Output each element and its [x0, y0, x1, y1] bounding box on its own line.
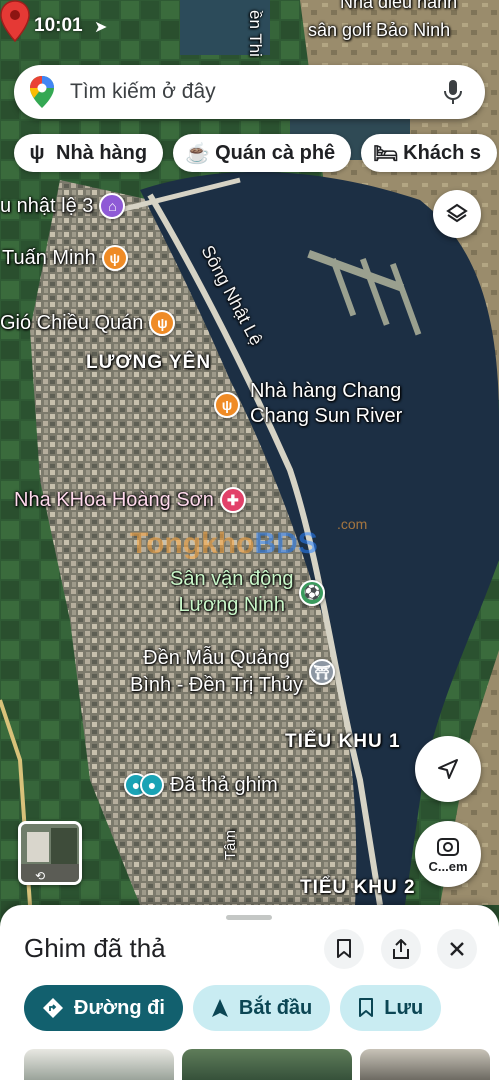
chip-cafes[interactable]: ☕ Quán cà phê — [173, 134, 352, 172]
poi-label-line2: Bình - Đền Trị Thủy — [130, 674, 304, 696]
directions-label: Đường đi — [74, 996, 165, 1019]
my-location-button[interactable] — [415, 736, 481, 802]
poi-label: Gió Chiều Quán — [0, 311, 144, 334]
sheet-drag-handle[interactable] — [226, 915, 272, 920]
photo-strip[interactable] — [24, 1049, 499, 1080]
start-button[interactable]: Bắt đầu — [192, 985, 331, 1031]
photo-thumb[interactable] — [182, 1049, 352, 1080]
landmark-icon: ⌂ — [99, 193, 126, 219]
save-label: Lưu — [384, 996, 424, 1019]
lens-button[interactable]: C...em — [415, 821, 481, 887]
lens-label: C...em — [428, 858, 468, 874]
save-button[interactable]: Lưu — [340, 985, 442, 1031]
close-button[interactable] — [437, 929, 477, 969]
hotel-icon: 🛏 — [373, 142, 399, 165]
restaurant-icon: ψ — [214, 392, 240, 418]
poi-nhat-le[interactable]: u nhật lệ 3 ⌂ — [0, 193, 126, 219]
status-time: 10:01 — [34, 15, 83, 36]
poi-label-line1: Đền Mẫu Quảng — [143, 647, 290, 669]
restaurant-icon: ψ — [149, 310, 176, 336]
restaurant-icon: ψ — [29, 141, 45, 164]
navigation-icon — [211, 999, 228, 1017]
poi-gio-chieu[interactable]: Gió Chiều Quán ψ — [0, 310, 176, 336]
map-label-road-top: ền Thi — [246, 10, 265, 57]
stadium-icon: ⚽ — [299, 579, 326, 606]
save-icon-button[interactable] — [324, 929, 364, 969]
share-button[interactable] — [381, 929, 421, 969]
layers-button[interactable] — [433, 190, 481, 238]
poi-label: Nha KHoa Hoàng Sơn — [14, 488, 214, 511]
poi-tuan-minh[interactable]: Tuấn Minh ψ — [2, 245, 128, 271]
watermark-text-1: Tongkho — [130, 527, 255, 560]
poi-label: u nhật lệ 3 — [0, 194, 94, 217]
chip-restaurants[interactable]: ψ Nhà hàng — [14, 134, 164, 172]
poi-nha-khoa[interactable]: Nha KHoa Hoàng Sơn ✚ — [14, 487, 246, 513]
camera-lens-icon — [437, 837, 459, 856]
category-chips: ψ Nhà hàng ☕ Quán cà phê 🛏 Khách s — [14, 134, 497, 172]
mic-icon[interactable] — [435, 74, 471, 110]
poi-label-line2: Chang Sun River — [250, 405, 403, 427]
hospital-icon: ✚ — [219, 487, 246, 513]
poi-da-tha-ghim[interactable]: ● ● Đã thả ghim — [124, 773, 278, 797]
directions-icon — [43, 998, 63, 1018]
search-bar[interactable]: Tìm kiếm ở đây — [14, 65, 485, 119]
navigation-arrow-icon — [438, 759, 458, 779]
dropped-pin-marker[interactable] — [0, 0, 30, 42]
street-view-thumbnail[interactable]: ⟲ — [18, 821, 82, 885]
chip-label: Nhà hàng — [56, 141, 148, 164]
map-label-tieu-khu-2: TIỂU KHU 2 — [300, 877, 416, 898]
chip-hotels[interactable]: 🛏 Khách s — [361, 134, 497, 172]
svg-text:⟲: ⟲ — [35, 869, 45, 882]
cafe-icon: ☕ — [185, 142, 211, 165]
map-label-luong-yen: LƯƠNG YÊN — [86, 352, 212, 373]
sheet-title: Ghim đã thả — [24, 933, 166, 963]
bottom-sheet[interactable]: Ghim đã thả Đường đi Bắt đầu Lưu — [0, 905, 499, 1080]
photo-thumb[interactable] — [360, 1049, 490, 1080]
poi-den-mau[interactable]: Đền Mẫu Quảng Bình - Đền Trị Thủy ⛩ — [130, 647, 336, 697]
layers-icon — [446, 203, 468, 223]
temple-icon: ⛩ — [309, 659, 336, 685]
sheet-actions: Đường đi Bắt đầu Lưu — [24, 985, 442, 1031]
dropped-pin-icon: ● — [140, 773, 164, 797]
directions-button[interactable]: Đường đi — [24, 985, 183, 1031]
bookmark-icon — [337, 939, 351, 958]
share-icon — [393, 939, 409, 959]
restaurant-icon: ψ — [101, 245, 128, 271]
chip-label: Quán cà phê — [215, 141, 336, 164]
search-input[interactable]: Tìm kiếm ở đây — [70, 80, 435, 104]
map-label-tieu-khu-1: TIỂU KHU 1 — [285, 731, 401, 752]
poi-label: Tuấn Minh — [2, 246, 96, 269]
poi-label: Đã thả ghim — [170, 773, 278, 796]
bookmark-icon — [359, 998, 374, 1017]
photo-thumb[interactable] — [24, 1049, 174, 1080]
poi-label-line1: Sân vận động — [170, 568, 294, 590]
poi-label-line2: Lương Ninh — [178, 594, 285, 616]
watermark-sub: .com — [337, 516, 368, 532]
poi-san-van-dong[interactable]: Sân vận động Lương Ninh ⚽ — [170, 568, 326, 617]
location-arrow-icon: ➤ — [94, 19, 108, 36]
map-label-road-tam: Tâm — [222, 830, 239, 860]
watermark: TongkhoBDS — [130, 527, 318, 561]
poi-chang-chang[interactable]: ψ Nhà hàng Chang Chang Sun River — [214, 380, 402, 428]
chip-label: Khách s — [403, 141, 481, 164]
maps-logo-icon — [30, 76, 54, 108]
close-icon — [450, 942, 464, 956]
map-label-golf-1: Nhà điều hành — [340, 0, 458, 12]
start-label: Bắt đầu — [238, 996, 313, 1019]
watermark-text-2: BDS — [254, 527, 318, 560]
poi-label-line1: Nhà hàng Chang — [250, 380, 402, 402]
map-label-golf-2: sân golf Bảo Ninh — [308, 20, 451, 40]
